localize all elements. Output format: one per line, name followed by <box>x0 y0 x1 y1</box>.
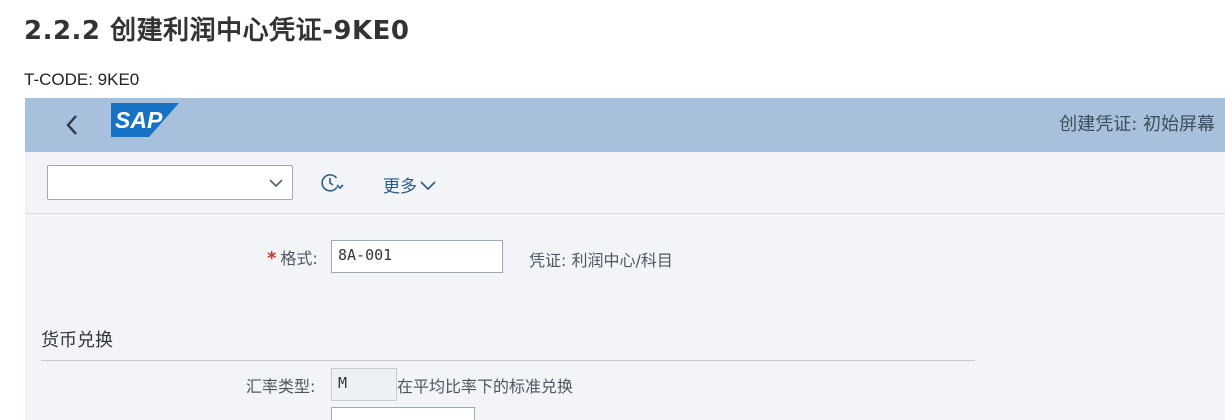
chevron-left-icon <box>66 115 77 135</box>
form-content: * 格式: 8A-001 凭证: 利润中心/科目 货币兑换 汇率类型: M 在平均… <box>25 215 1225 420</box>
back-button[interactable] <box>59 106 85 144</box>
sap-logo: SAP <box>111 103 179 137</box>
exchange-rate-type-input[interactable]: M <box>331 368 397 401</box>
exchange-rate-type-label: 汇率类型: <box>246 377 316 396</box>
history-button[interactable] <box>318 171 344 195</box>
screen-title: 创建凭证: 初始屏幕 <box>1059 114 1215 135</box>
layout-input[interactable]: 8A-001 <box>331 240 503 273</box>
chevron-down-icon <box>420 180 436 190</box>
document-heading: 2.2.2 创建利润中心凭证-9KE0 <box>24 16 410 46</box>
sap-logo-text: SAP <box>115 107 163 133</box>
shell-bar: SAP 创建凭证: 初始屏幕 <box>25 98 1225 152</box>
chevron-down-icon <box>269 179 283 188</box>
next-field-input[interactable] <box>331 407 475 420</box>
layout-label-text: 格式: <box>280 249 318 268</box>
history-icon <box>321 174 344 192</box>
currency-section-title: 货币兑换 <box>41 330 113 351</box>
variant-dropdown[interactable] <box>47 165 293 200</box>
section-divider <box>41 360 975 361</box>
layout-label: * 格式: <box>267 245 318 269</box>
more-label: 更多 <box>383 177 417 197</box>
exchange-rate-type-description: 在平均比率下的标准兑换 <box>397 377 574 396</box>
layout-description: 凭证: 利润中心/科目 <box>529 251 673 270</box>
tcode-label: T-CODE: 9KE0 <box>24 70 140 89</box>
more-button[interactable]: 更多 <box>383 172 436 197</box>
toolbar: 更多 <box>25 152 1225 214</box>
required-indicator: * <box>267 248 277 269</box>
sap-window: SAP 创建凭证: 初始屏幕 更多 * 格式: 8A-001 凭证: 利润中心/… <box>25 98 1225 420</box>
